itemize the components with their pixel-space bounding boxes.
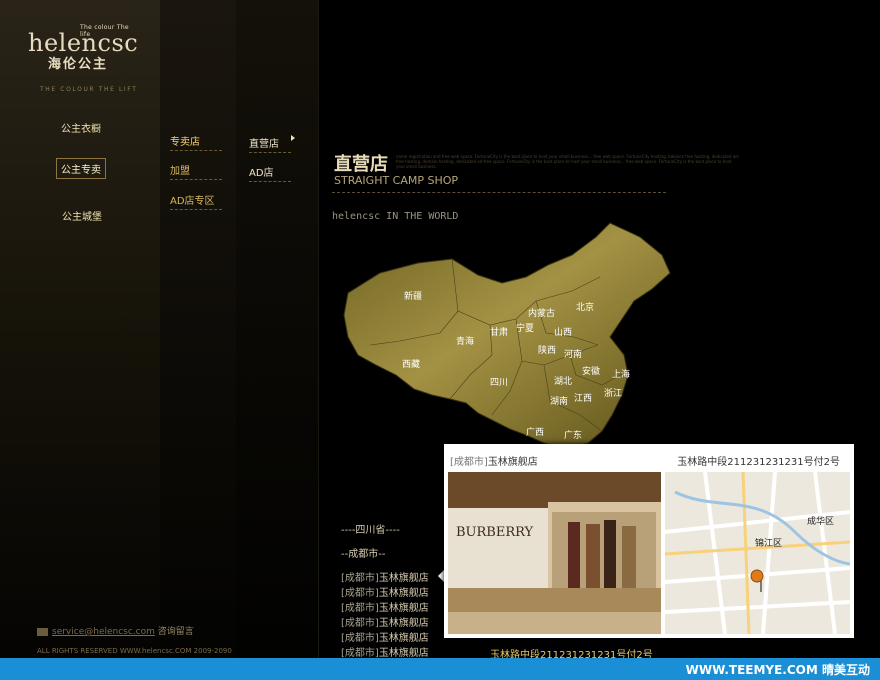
- nav-franchise[interactable]: 加盟: [170, 162, 222, 180]
- map-label: 锦江区: [755, 537, 782, 549]
- store-city: [成都市]: [341, 573, 379, 584]
- store-item[interactable]: [成都市]玉林旗舰店: [341, 599, 429, 614]
- popup-store-name: 玉林旗舰店: [487, 457, 538, 468]
- store-city: [成都市]: [341, 588, 379, 599]
- province-header: ----四川省----: [341, 525, 400, 536]
- china-map[interactable]: [340, 215, 680, 451]
- photo-sign-text: BURBERRY: [456, 525, 534, 540]
- street-map-thumbnail[interactable]: 成华区 锦江区: [665, 472, 850, 634]
- divider: [332, 192, 666, 193]
- map-label: 成华区: [807, 515, 834, 527]
- street-map: 成华区 锦江区: [665, 472, 850, 634]
- store-name: 玉林旗舰店: [378, 573, 429, 584]
- store-item[interactable]: [成都市]玉林旗舰店: [341, 569, 429, 584]
- tertiary-nav-column: [236, 0, 319, 658]
- store-photo: BURBERRY: [448, 472, 661, 634]
- store-item[interactable]: [成都市]玉林旗舰店: [341, 584, 429, 599]
- store-item[interactable]: [成都市]玉林旗舰店: [341, 614, 429, 629]
- arrow-right-icon: [291, 135, 295, 141]
- nav-specialty-store[interactable]: 专卖店: [170, 133, 222, 151]
- store-item[interactable]: [成都市]玉林旗舰店: [341, 629, 429, 644]
- slogan: THE COLOUR THE LIFT: [40, 86, 138, 93]
- nav-stores[interactable]: 公主专卖: [56, 158, 106, 179]
- store-item[interactable]: [成都市]玉林旗舰店: [341, 644, 429, 659]
- store-name: 玉林旗舰店: [378, 618, 429, 629]
- popup-city: [成都市]: [450, 457, 488, 468]
- popup-address: 玉林路中段211231231231号付2号: [677, 457, 840, 468]
- primary-nav-column: [0, 0, 161, 658]
- store-city: [成都市]: [341, 603, 379, 614]
- popup-title: [成都市]玉林旗舰店: [450, 453, 538, 468]
- store-name: 玉林旗舰店: [378, 603, 429, 614]
- nav-castle[interactable]: 公主城堡: [62, 208, 102, 223]
- footer-contact: service@helencsc.com 咨询留言: [37, 624, 194, 637]
- section-title: 直营店: [334, 154, 388, 175]
- mail-icon: [37, 627, 48, 636]
- contact-link[interactable]: 咨询留言: [158, 627, 194, 637]
- store-name: 玉林旗舰店: [378, 633, 429, 644]
- store-name: 玉林旗舰店: [378, 588, 429, 599]
- nav-ad-store[interactable]: AD店: [249, 164, 291, 182]
- store-popup: [成都市]玉林旗舰店 玉林路中段211231231231号付2号 BURBERR…: [444, 444, 854, 638]
- store-city: [成都市]: [341, 618, 379, 629]
- store-city: [成都市]: [341, 633, 379, 644]
- section-subtitle: STRAIGHT CAMP SHOP: [334, 174, 459, 187]
- copyright: ALL RIGHTS RESERVED WWW.helencsc.COM 200…: [37, 647, 232, 655]
- china-outline: [343, 222, 671, 450]
- city-header: --成都市--: [341, 549, 386, 560]
- nav-direct-store[interactable]: 直营店: [249, 135, 291, 153]
- logo-chinese: 海伦公主: [48, 57, 109, 72]
- secondary-nav-column: [160, 0, 237, 658]
- watermark-bar: WWW.TEEMYE.COM 晴美互动: [0, 658, 880, 680]
- nav-wardrobe[interactable]: 公主衣橱: [61, 120, 101, 135]
- storefront-image: BURBERRY: [448, 472, 661, 634]
- email-link[interactable]: service@helencsc.com: [52, 627, 155, 637]
- watermark-text: WWW.TEEMYE.COM 晴美互动: [685, 663, 870, 677]
- section-blurb: name registration and free web space. Fo…: [396, 154, 740, 169]
- nav-ad-zone[interactable]: AD店专区: [170, 192, 222, 210]
